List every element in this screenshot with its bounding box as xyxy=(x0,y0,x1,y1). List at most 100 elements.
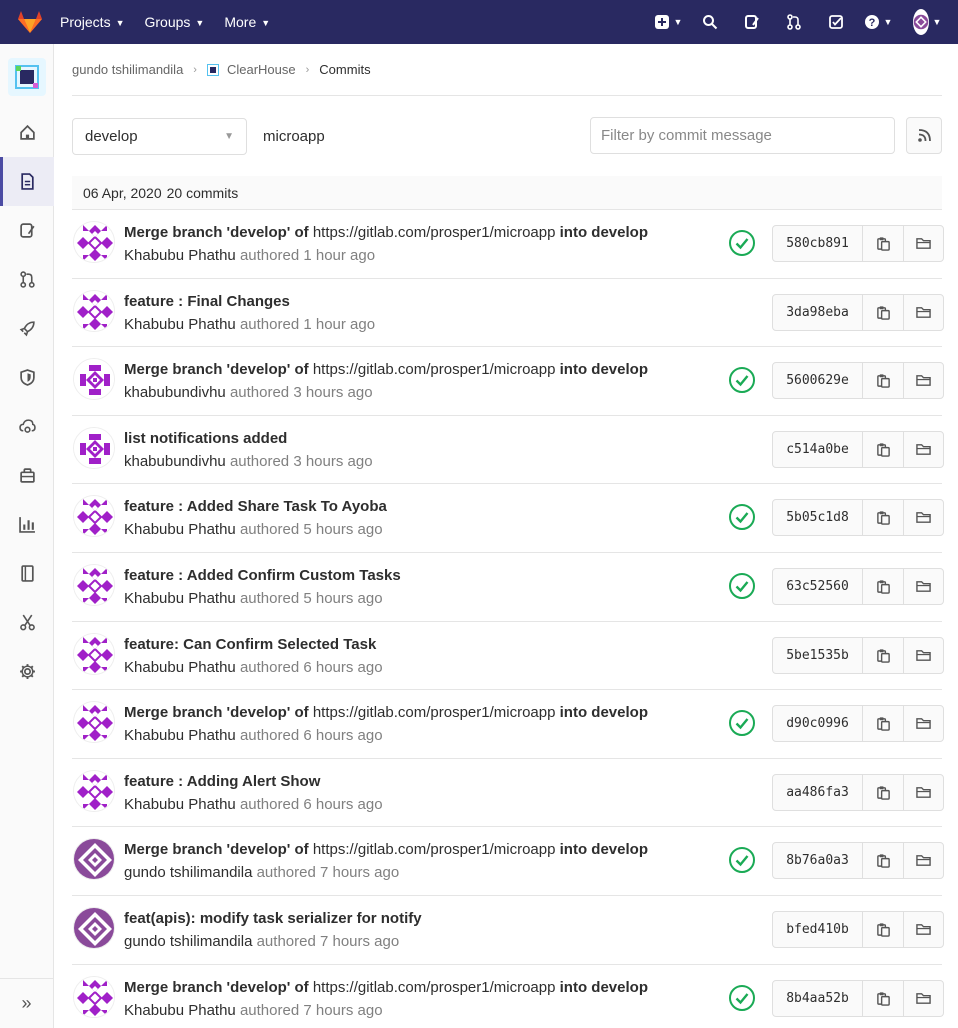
commit-title[interactable]: feature : Added Confirm Custom Tasks xyxy=(124,567,401,584)
nav-more[interactable]: More ▼ xyxy=(224,14,270,30)
sidebar-item-settings[interactable] xyxy=(0,647,54,696)
browse-files-button[interactable] xyxy=(903,500,943,536)
browse-files-button[interactable] xyxy=(903,911,943,947)
commit-title-link[interactable]: https://gitlab.com/prosper1/microapp xyxy=(313,224,556,241)
issues-icon[interactable] xyxy=(736,0,768,44)
sidebar-item-merge-requests[interactable] xyxy=(0,255,54,304)
commit-title-link[interactable]: https://gitlab.com/prosper1/microapp xyxy=(313,361,556,378)
commit-title-link[interactable]: https://gitlab.com/prosper1/microapp xyxy=(313,979,556,996)
commit-author[interactable]: khabubundivhu xyxy=(124,453,226,470)
commit-author-avatar[interactable] xyxy=(73,838,115,881)
rss-button[interactable] xyxy=(906,117,942,154)
breadcrumb-project[interactable]: ClearHouse xyxy=(227,62,296,77)
gitlab-logo-icon[interactable] xyxy=(0,0,60,44)
commit-author[interactable]: Khabubu Phathu xyxy=(124,1002,236,1019)
commit-title-link[interactable]: https://gitlab.com/prosper1/microapp xyxy=(313,704,556,721)
commit-author[interactable]: Khabubu Phathu xyxy=(124,590,236,607)
sidebar-item-snippets[interactable] xyxy=(0,598,54,647)
commit-sha[interactable]: 5b05c1d8 xyxy=(773,500,863,536)
commit-sha[interactable]: bfed410b xyxy=(773,911,863,947)
commit-sha[interactable]: 5be1535b xyxy=(773,637,863,673)
pipeline-passed-icon[interactable] xyxy=(728,846,756,874)
commit-title[interactable]: feat(apis): modify task serializer for n… xyxy=(124,910,422,927)
browse-files-button[interactable] xyxy=(903,431,943,467)
commit-title[interactable]: feature : Final Changes xyxy=(124,293,290,310)
commit-sha[interactable]: c514a0be xyxy=(773,431,863,467)
sidebar-item-repository[interactable] xyxy=(0,157,54,206)
browse-files-button[interactable] xyxy=(903,226,943,261)
copy-sha-button[interactable] xyxy=(863,706,903,741)
copy-sha-button[interactable] xyxy=(863,432,903,467)
branch-select[interactable]: develop ▼ xyxy=(72,117,247,155)
sidebar-item-wiki[interactable] xyxy=(0,549,54,598)
commit-title[interactable]: Merge branch 'develop' of https://gitlab… xyxy=(124,704,648,721)
copy-sha-button[interactable] xyxy=(863,363,903,398)
commit-title[interactable]: Merge branch 'develop' of https://gitlab… xyxy=(124,361,648,378)
browse-files-button[interactable] xyxy=(903,363,943,399)
commit-author-avatar[interactable] xyxy=(73,426,115,469)
commit-author-avatar[interactable] xyxy=(73,906,115,949)
commit-title[interactable]: feature : Added Share Task To Ayoba xyxy=(124,498,387,515)
commit-author[interactable]: khabubundivhu xyxy=(124,384,226,401)
commit-author-avatar[interactable] xyxy=(73,563,115,606)
sidebar-item-project-overview[interactable] xyxy=(0,108,54,157)
search-icon[interactable] xyxy=(694,0,726,44)
commit-author-avatar[interactable] xyxy=(73,701,115,744)
commit-title[interactable]: feature : Adding Alert Show xyxy=(124,773,320,790)
browse-files-button[interactable] xyxy=(903,843,943,879)
browse-files-button[interactable] xyxy=(903,637,943,673)
nav-groups[interactable]: Groups ▼ xyxy=(145,14,205,30)
commit-title-link[interactable]: https://gitlab.com/prosper1/microapp xyxy=(313,841,556,858)
commit-sha[interactable]: aa486fa3 xyxy=(773,774,863,810)
browse-files-button[interactable] xyxy=(903,706,943,742)
pipeline-passed-icon[interactable] xyxy=(728,572,756,600)
browse-files-button[interactable] xyxy=(903,294,943,330)
sidebar-item-packages[interactable] xyxy=(0,451,54,500)
breadcrumb-current[interactable]: Commits xyxy=(319,62,370,77)
browse-files-button[interactable] xyxy=(903,980,943,1016)
merge-requests-icon[interactable] xyxy=(778,0,810,44)
browse-files-button[interactable] xyxy=(903,568,943,604)
copy-sha-button[interactable] xyxy=(863,500,903,535)
commit-title[interactable]: Merge branch 'develop' of https://gitlab… xyxy=(124,979,648,996)
sidebar-item-security[interactable] xyxy=(0,353,54,402)
commit-sha[interactable]: 63c52560 xyxy=(773,568,863,604)
commit-sha[interactable]: 580cb891 xyxy=(773,226,863,261)
copy-sha-button[interactable] xyxy=(863,912,903,947)
commit-author-avatar[interactable] xyxy=(73,358,115,401)
sidebar-item-issues[interactable] xyxy=(0,206,54,255)
commit-title[interactable]: list notifications added xyxy=(124,430,287,447)
commit-author-avatar[interactable] xyxy=(73,975,115,1018)
commit-author-avatar[interactable] xyxy=(73,495,115,538)
help-icon[interactable]: ? ▼ xyxy=(862,0,894,44)
pipeline-passed-icon[interactable] xyxy=(728,229,756,257)
commit-title[interactable]: Merge branch 'develop' of https://gitlab… xyxy=(124,841,648,858)
copy-sha-button[interactable] xyxy=(863,981,903,1016)
commit-author-avatar[interactable] xyxy=(73,221,115,263)
commit-author[interactable]: Khabubu Phathu xyxy=(124,659,236,676)
copy-sha-button[interactable] xyxy=(863,295,903,330)
commit-sha[interactable]: d90c0996 xyxy=(773,706,863,742)
commit-author[interactable]: Khabubu Phathu xyxy=(124,521,236,538)
breadcrumb-owner[interactable]: gundo tshilimandila xyxy=(72,62,183,77)
sidebar-item-analytics[interactable] xyxy=(0,500,54,549)
commit-author[interactable]: Khabubu Phathu xyxy=(124,727,236,744)
browse-files-button[interactable] xyxy=(903,774,943,810)
copy-sha-button[interactable] xyxy=(863,638,903,673)
collapse-sidebar-icon[interactable]: » xyxy=(0,978,53,1028)
pipeline-passed-icon[interactable] xyxy=(728,366,756,394)
todos-icon[interactable] xyxy=(820,0,852,44)
copy-sha-button[interactable] xyxy=(863,226,903,261)
filter-commit-input[interactable] xyxy=(590,117,895,154)
commit-author[interactable]: Khabubu Phathu xyxy=(124,316,236,333)
commit-sha[interactable]: 8b4aa52b xyxy=(773,980,863,1016)
project-avatar[interactable] xyxy=(7,58,46,96)
copy-sha-button[interactable] xyxy=(863,775,903,810)
pipeline-passed-icon[interactable] xyxy=(728,984,756,1012)
commit-sha[interactable]: 8b76a0a3 xyxy=(773,843,863,879)
commit-title[interactable]: Merge branch 'develop' of https://gitlab… xyxy=(124,224,648,241)
copy-sha-button[interactable] xyxy=(863,569,903,604)
commit-author[interactable]: gundo tshilimandila xyxy=(124,864,252,881)
commit-author[interactable]: Khabubu Phathu xyxy=(124,247,236,264)
commit-author-avatar[interactable] xyxy=(73,769,115,812)
